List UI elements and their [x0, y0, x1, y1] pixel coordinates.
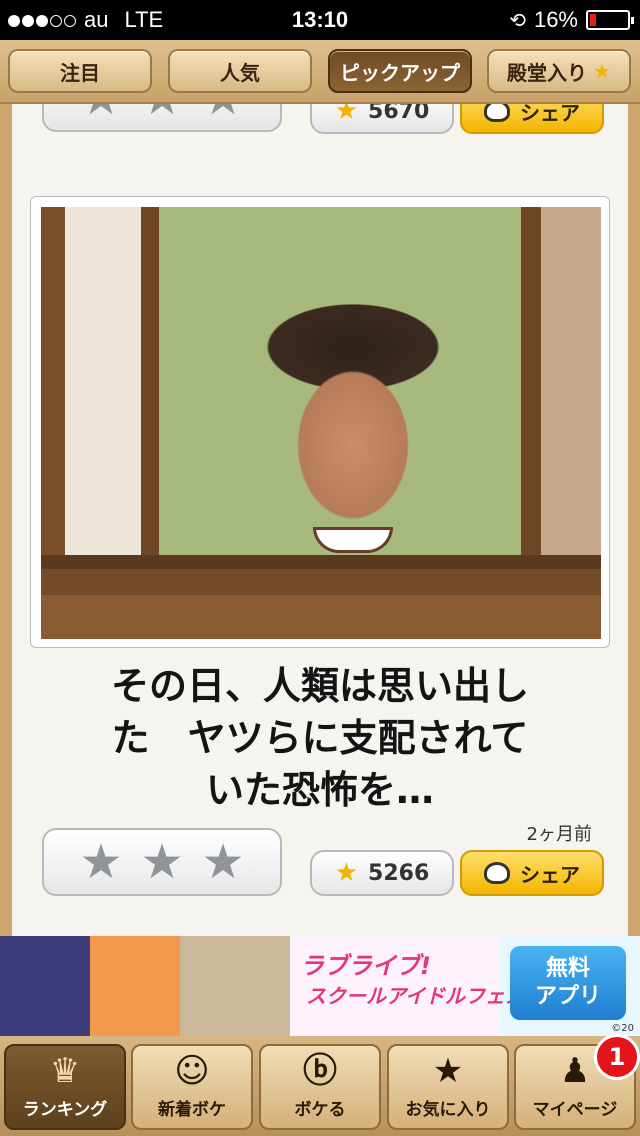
tab-label: 新着ボケ: [158, 1100, 226, 1120]
ad-title: ラブライブ!: [300, 952, 431, 980]
tab-mypage[interactable]: ♟ マイページ 1: [514, 1034, 640, 1130]
star-icon: ★: [334, 104, 359, 126]
rating-button-previous[interactable]: ★ ★ ★: [42, 104, 282, 132]
user-icon: ♟: [559, 1051, 591, 1091]
star-icon: ★: [334, 858, 359, 888]
crown-icon: ♛: [49, 1051, 81, 1091]
post-caption: その日、人類は思い出し た ヤツらに支配されて いた恐怖を…: [110, 664, 529, 812]
tab-label: 人気: [220, 60, 260, 85]
favorite-count[interactable]: ★ 5266: [310, 850, 454, 896]
tab-label: 殿堂入り: [507, 60, 588, 85]
ad-cta-line: アプリ: [534, 984, 601, 1009]
tab-hall-of-fame[interactable]: 殿堂入り ★: [487, 49, 631, 93]
post-photo-frame: [30, 196, 610, 648]
battery-percent: 16%: [533, 7, 578, 32]
tab-label: ランキング: [22, 1100, 108, 1120]
battery-area: ⟲ 16%: [509, 7, 634, 33]
tab-label: ピックアップ: [340, 60, 460, 85]
rating-button[interactable]: ★ ★ ★: [42, 828, 282, 896]
bottom-tab-bar: ♛ ランキング ☺ 新着ボケ ⓑ ボケる ★ お気に入り ♟ マイページ 1: [0, 1034, 640, 1136]
share-label: シェア: [520, 862, 580, 887]
photo-detail: [41, 555, 601, 639]
tab-popular[interactable]: 人気: [168, 49, 312, 93]
ad-copyright: ©20: [611, 1023, 634, 1034]
star-outline-icon: ★: [140, 834, 184, 890]
count-value: 5266: [368, 860, 430, 886]
post-time: 2ヶ月前: [526, 824, 592, 845]
share-label: シェア: [520, 104, 580, 125]
ad-cta-line: 無料: [545, 956, 590, 981]
star-outline-icon: ★: [79, 104, 122, 122]
battery-icon: [586, 10, 634, 30]
tab-label: 注目: [60, 60, 100, 85]
status-bar: au LTE 13:10 ⟲ 16%: [0, 0, 640, 40]
face-icon: ☺: [174, 1051, 210, 1091]
tab-ranking[interactable]: ♛ ランキング: [4, 1044, 126, 1130]
ad-banner[interactable]: ラブライブ! スクールアイドルフェスティバル 無料 アプリ ©20: [0, 936, 640, 1036]
star-icon: ★: [593, 59, 611, 83]
tab-favorites[interactable]: ★ お気に入り: [387, 1044, 509, 1130]
tab-pickup[interactable]: ピックアップ: [328, 49, 472, 93]
star-outline-icon: ★: [202, 104, 245, 122]
boke-icon: ⓑ: [303, 1051, 337, 1091]
tab-new-boke[interactable]: ☺ 新着ボケ: [131, 1044, 253, 1130]
tab-boke[interactable]: ⓑ ボケる: [259, 1044, 381, 1130]
count-value: 5670: [368, 104, 430, 124]
tab-label: お気に入り: [405, 1100, 491, 1120]
top-tab-bar: 注目 人気 ピックアップ 殿堂入り ★: [0, 40, 640, 104]
tab-attention[interactable]: 注目: [8, 49, 152, 93]
notification-badge: 1: [594, 1034, 640, 1080]
favorite-count-previous[interactable]: ★ 5670: [310, 104, 454, 134]
post-photo[interactable]: [41, 207, 601, 639]
share-button[interactable]: シェア: [460, 850, 604, 896]
share-button-previous[interactable]: シェア: [460, 104, 604, 134]
star-outline-icon: ★: [201, 834, 245, 890]
tab-label: ボケる: [294, 1100, 346, 1120]
star-outline-icon: ★: [140, 104, 183, 122]
ad-cta-button[interactable]: 無料 アプリ: [510, 946, 626, 1020]
share-icon: [484, 104, 510, 122]
star-icon: ★: [432, 1051, 464, 1091]
share-icon: [484, 862, 510, 884]
tab-label: マイページ: [532, 1100, 618, 1120]
photo-detail: [313, 527, 393, 553]
feed[interactable]: ★ ★ ★ ★ 5670 シェア その日、人類は思い出し た ヤツらに支配されて…: [0, 104, 640, 936]
star-outline-icon: ★: [79, 834, 123, 890]
rotation-lock-icon: ⟲: [509, 9, 526, 32]
